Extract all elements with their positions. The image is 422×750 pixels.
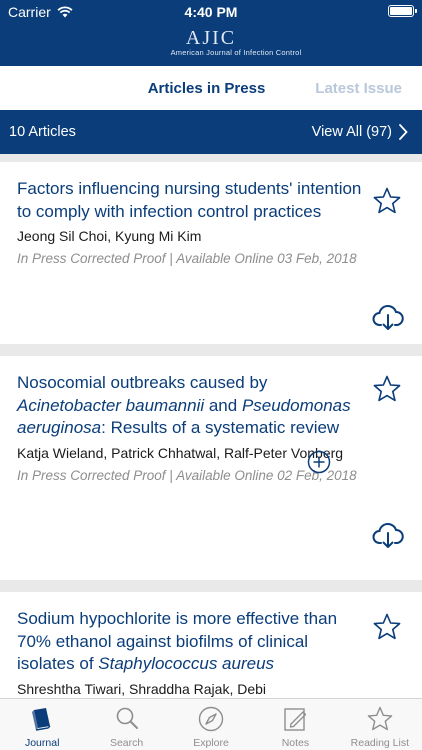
star-icon[interactable] xyxy=(372,612,402,642)
article-title-part: : Results of a systematic review xyxy=(101,418,340,437)
cloud-download-icon[interactable] xyxy=(372,522,404,550)
tabbar-label: Notes xyxy=(281,737,310,749)
article-title-italic: Acinetobacter baumannii xyxy=(17,395,205,415)
tabbar-item-notes[interactable]: Notes xyxy=(253,699,337,750)
article-authors: Jeong Sil Choi, Kyung Mi Kim xyxy=(17,228,202,244)
status-bar: Carrier 4:40 PM xyxy=(0,0,422,22)
bottom-tab-bar: Journal Search Explore Notes Reading Lis… xyxy=(0,698,422,750)
tabbar-label: Reading List xyxy=(350,737,410,749)
article-title-part: and xyxy=(204,395,242,415)
journal-logo: AJIC American Journal of Infection Contr… xyxy=(0,27,422,57)
tabbar-label: Journal xyxy=(24,737,60,749)
cloud-download-icon[interactable] xyxy=(372,304,404,332)
article-title-italic: Staphylococcus aureus xyxy=(98,654,275,673)
article-meta: In Press Corrected Proof | Available Onl… xyxy=(17,251,357,266)
add-note-icon[interactable] xyxy=(307,450,331,474)
star-icon xyxy=(367,706,393,731)
article-tabs: Articles in Press Latest Issue xyxy=(0,66,422,110)
article-card[interactable]: Sodium hypochlorite is more effective th… xyxy=(0,592,422,698)
search-icon xyxy=(116,707,138,729)
article-title[interactable]: Factors influencing nursing students' in… xyxy=(17,178,362,223)
article-title-part: Nosocomial outbreaks caused by xyxy=(17,373,268,392)
star-icon[interactable] xyxy=(372,186,402,216)
article-list[interactable]: Factors influencing nursing students' in… xyxy=(0,154,422,698)
article-authors: Shreshtha Tiwari, Shraddha Rajak, Debi xyxy=(17,680,267,697)
journal-icon xyxy=(32,708,51,731)
view-all-label: View All (97) xyxy=(311,124,392,140)
battery-icon xyxy=(388,5,417,17)
article-card[interactable]: Nosocomial outbreaks caused by Acinetoba… xyxy=(0,356,422,580)
logo-mark: AJIC xyxy=(185,27,237,49)
tabbar-item-reading-list[interactable]: Reading List xyxy=(338,699,422,750)
tabbar-label: Explore xyxy=(193,737,229,749)
status-time: 4:40 PM xyxy=(184,4,238,20)
tab-latest-issue[interactable]: Latest Issue xyxy=(315,80,402,97)
article-card[interactable]: Factors influencing nursing students' in… xyxy=(0,162,422,344)
chevron-right-icon xyxy=(399,124,408,140)
tab-articles-in-press[interactable]: Articles in Press xyxy=(148,80,266,97)
tabbar-item-explore[interactable]: Explore xyxy=(169,699,253,750)
view-all-button[interactable]: View All (97) xyxy=(312,124,408,140)
articles-count-bar: 10 Articles View All (97) xyxy=(0,110,422,154)
article-title[interactable]: Nosocomial outbreaks caused by Acinetoba… xyxy=(17,372,362,440)
logo-subtitle: American Journal of Infection Control xyxy=(170,48,302,57)
compass-icon xyxy=(198,706,224,732)
star-icon[interactable] xyxy=(372,374,402,404)
app-header: Carrier 4:40 PM AJIC American Journal of… xyxy=(0,0,422,66)
tabbar-item-search[interactable]: Search xyxy=(84,699,168,750)
tabbar-label: Search xyxy=(109,737,144,749)
articles-count: 10 Articles xyxy=(9,124,76,140)
article-title[interactable]: Sodium hypochlorite is more effective th… xyxy=(17,608,362,676)
notes-icon xyxy=(284,708,307,731)
tabbar-item-journal[interactable]: Journal xyxy=(0,699,84,750)
